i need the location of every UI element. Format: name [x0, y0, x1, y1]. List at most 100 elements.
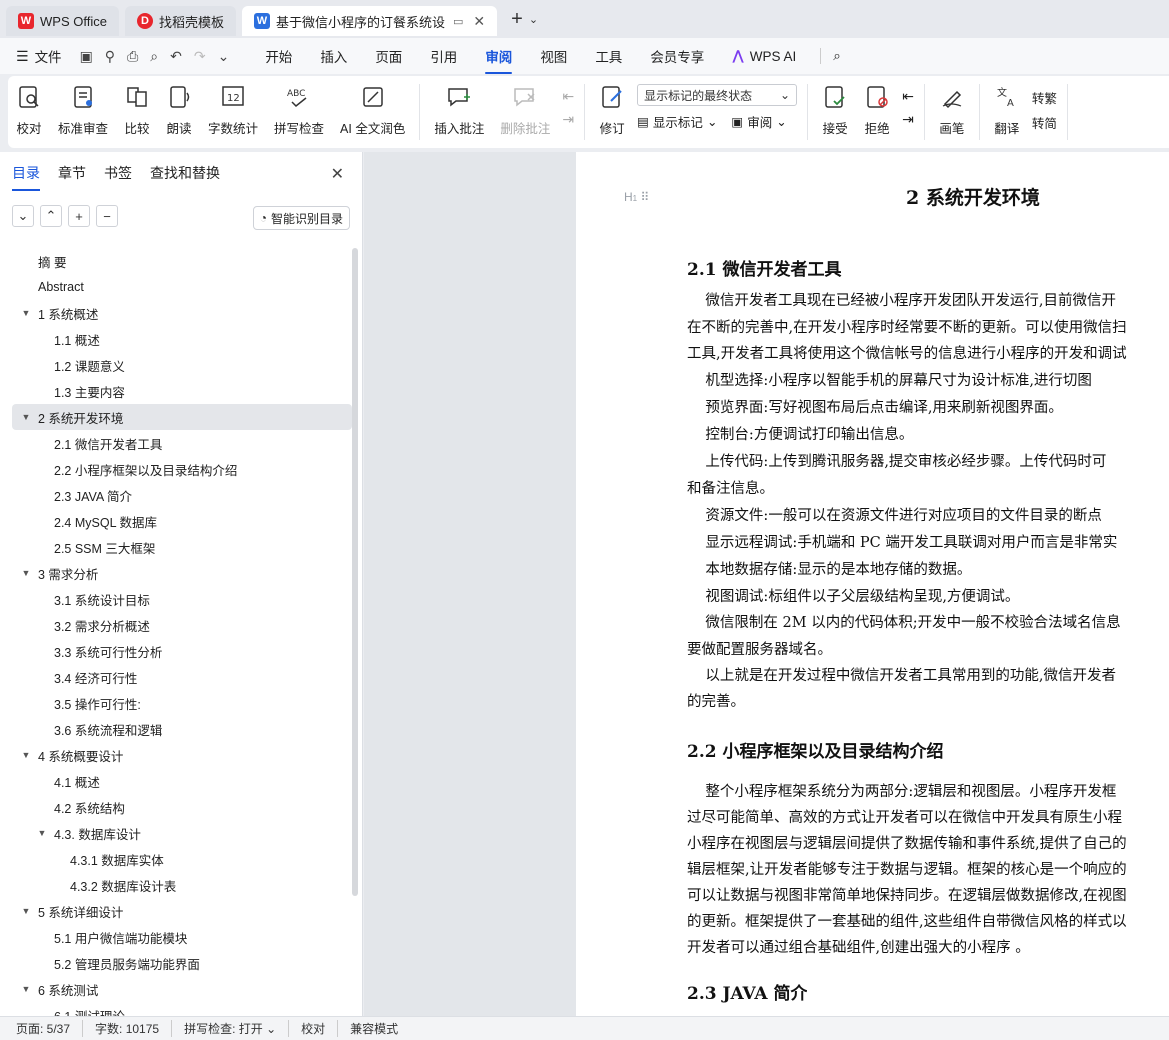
toc-item[interactable]: 4.3.2 数据库设计表 [12, 872, 352, 898]
toc-item[interactable]: ▼ 6 系统测试 [12, 976, 352, 1002]
menu-review[interactable]: 审阅 [485, 46, 513, 74]
tab-bookmarks[interactable]: 书签 [104, 163, 132, 183]
insert-comment-button[interactable]: 插入批注 [426, 84, 492, 137]
toc-item[interactable]: ▼ 1 系统概述 [12, 300, 352, 326]
compare-button[interactable]: 比较 [116, 84, 158, 137]
undo-icon[interactable]: ↶ [170, 48, 182, 65]
remove-heading-icon[interactable]: − [96, 205, 118, 227]
spell-check-status[interactable]: 拼写检查: 打开 ⌄ [184, 1020, 290, 1037]
track-changes-button[interactable]: 修订 [591, 84, 633, 137]
toc-item[interactable]: 摘 要 [12, 248, 352, 274]
toc-item[interactable]: 3.2 需求分析概述 [12, 612, 352, 638]
add-heading-icon[interactable]: + [68, 205, 90, 227]
wps-ai-button[interactable]: ⋀ WPS AI [732, 48, 796, 64]
page-indicator[interactable]: 页面: 5/37 [16, 1020, 84, 1037]
toc-item[interactable]: ▼ 4 系统概要设计 [12, 742, 352, 768]
toc-item[interactable]: ▼ 2 系统开发环境 [12, 404, 352, 430]
new-tab-icon[interactable]: + [511, 8, 523, 31]
expand-arrow-icon[interactable]: ▼ [20, 568, 32, 578]
search-icon[interactable]: ⌕ [820, 48, 841, 64]
tab-toc[interactable]: 目录 [12, 163, 40, 191]
read-aloud-button[interactable]: 朗读 [158, 84, 200, 137]
toc-item[interactable]: 2.4 MySQL 数据库 [12, 508, 352, 534]
close-icon[interactable]: ✕ [331, 164, 344, 184]
expand-arrow-icon[interactable]: ▼ [20, 984, 32, 994]
expand-icon[interactable]: ⌃ [40, 205, 62, 227]
redo-icon[interactable]: ↷ [194, 48, 206, 65]
toc-item[interactable]: 2.5 SSM 三大框架 [12, 534, 352, 560]
menu-tools[interactable]: 工具 [595, 46, 622, 66]
review-pane-button[interactable]: 审阅 [747, 112, 772, 131]
menu-page[interactable]: 页面 [375, 46, 402, 66]
toc-item[interactable]: 4.3.1 数据库实体 [12, 846, 352, 872]
menu-start[interactable]: 开始 [265, 46, 292, 66]
toc-item[interactable]: 5.2 管理员服务端功能界面 [12, 950, 352, 976]
tab-wps-office[interactable]: W WPS Office [6, 6, 119, 36]
toc-item[interactable]: 2.1 微信开发者工具 [12, 430, 352, 456]
toc-item[interactable]: Abstract [12, 274, 352, 300]
toc-item[interactable]: 2.3 JAVA 简介 [12, 482, 352, 508]
menu-view[interactable]: 视图 [540, 46, 567, 66]
toc-item[interactable]: 3.6 系统流程和逻辑 [12, 716, 352, 742]
toc-item[interactable]: ▼ 4.3. 数据库设计 [12, 820, 352, 846]
show-markup-button[interactable]: 显示标记 [653, 112, 703, 131]
menu-insert[interactable]: 插入 [320, 46, 347, 66]
toc-item[interactable]: 1.1 概述 [12, 326, 352, 352]
spell-check-button[interactable]: ABC 拼写检查 [266, 84, 332, 137]
toc-item[interactable]: 4.1 概述 [12, 768, 352, 794]
collapse-icon[interactable]: ⌄ [12, 205, 34, 227]
expand-arrow-icon[interactable]: ▼ [36, 828, 48, 838]
translate-button[interactable]: 文A 翻译 [986, 84, 1028, 137]
word-count-button[interactable]: 12 字数统计 [200, 84, 266, 137]
chevron-down-icon[interactable]: ⌄ [529, 13, 538, 26]
tab-document[interactable]: W 基于微信小程序的订餐系统设 ▭ ✕ [241, 6, 498, 36]
previous-comment-icon[interactable]: ⇤ [562, 88, 574, 105]
share-icon[interactable]: ⚲ [105, 48, 115, 65]
ai-polish-button[interactable]: AI 全文润色 [332, 84, 413, 137]
toc-item[interactable]: ▼ 3 需求分析 [12, 560, 352, 586]
print-preview-icon[interactable]: ⌕ [150, 48, 158, 65]
tab-docer-templates[interactable]: D 找稻壳模板 [124, 6, 236, 36]
close-icon[interactable]: ✕ [473, 13, 485, 30]
print-icon[interactable]: ⎙ [127, 48, 138, 65]
toc-item[interactable]: 5.1 用户微信端功能模块 [12, 924, 352, 950]
reject-button[interactable]: 拒绝 [856, 84, 898, 137]
toc-scrollbar[interactable] [352, 248, 358, 896]
display-mode-select[interactable]: 显示标记的最终状态 ⌄ [637, 84, 798, 106]
proof-status[interactable]: 校对 [301, 1020, 339, 1037]
tab-chapters[interactable]: 章节 [58, 163, 86, 183]
toc-item[interactable]: 4.2 系统结构 [12, 794, 352, 820]
chevron-down-icon[interactable]: ⌄ [218, 48, 230, 65]
to-simplified-button[interactable]: 转简 [1032, 113, 1057, 132]
toc-item[interactable]: 3.4 经济可行性 [12, 664, 352, 690]
expand-arrow-icon[interactable]: ▼ [20, 308, 32, 318]
word-count-status[interactable]: 字数: 10175 [95, 1020, 173, 1037]
accept-button[interactable]: 接受 [814, 84, 856, 137]
toc-item[interactable]: 2.2 小程序框架以及目录结构介绍 [12, 456, 352, 482]
smart-toc-button[interactable]: ◔ 智能识别目录 [252, 206, 350, 230]
toc-item[interactable]: ▼ 5 系统详细设计 [12, 898, 352, 924]
menu-member[interactable]: 会员专享 [650, 46, 704, 66]
expand-arrow-icon[interactable]: ▼ [20, 750, 32, 760]
menu-reference[interactable]: 引用 [430, 46, 457, 66]
save-icon[interactable]: ▣ [80, 48, 93, 65]
toc-item[interactable]: 6.1 测试理论 [12, 1002, 352, 1017]
next-comment-icon[interactable]: ⇥ [562, 111, 574, 128]
previous-change-icon[interactable]: ⇤ [902, 88, 914, 105]
toc-item[interactable]: 3.3 系统可行性分析 [12, 638, 352, 664]
delete-comment-button[interactable]: 删除批注 [492, 84, 558, 137]
toc-item[interactable]: 1.3 主要内容 [12, 378, 352, 404]
expand-arrow-icon[interactable]: ▼ [20, 412, 32, 422]
heading-marker-icon[interactable]: H1 ⠿ [624, 190, 649, 204]
to-traditional-button[interactable]: 转繁 [1032, 88, 1057, 107]
toc-item[interactable]: 3.5 操作可行性: [12, 690, 352, 716]
tab-find-replace[interactable]: 查找和替换 [150, 163, 220, 183]
ink-button[interactable]: 画笔 [931, 84, 973, 137]
expand-arrow-icon[interactable]: ▼ [20, 906, 32, 916]
proofread-button[interactable]: 校对 [8, 84, 50, 137]
toc-item[interactable]: 3.1 系统设计目标 [12, 586, 352, 612]
standard-review-button[interactable]: 标准审查 [50, 84, 116, 137]
next-change-icon[interactable]: ⇥ [902, 111, 914, 128]
toc-item[interactable]: 1.2 课题意义 [12, 352, 352, 378]
file-menu[interactable]: ☰ 文件 [16, 46, 62, 66]
